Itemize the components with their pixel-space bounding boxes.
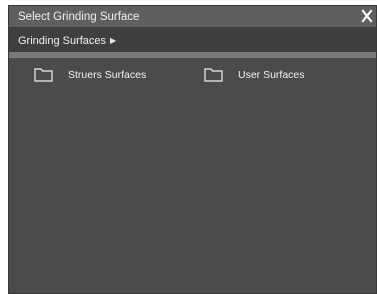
folder-icon (34, 68, 53, 82)
title-bar: Select Grinding Surface (9, 6, 376, 28)
breadcrumb-item-grinding-surfaces[interactable]: Grinding Surfaces ▶ (18, 34, 116, 48)
caret-right-icon: ▶ (110, 36, 117, 45)
folder-label: User Surfaces (238, 69, 305, 81)
breadcrumb: Grinding Surfaces ▶ (9, 28, 376, 52)
select-grinding-surface-dialog: Select Grinding Surface Grinding Surface… (8, 5, 377, 294)
close-button[interactable] (360, 7, 374, 25)
folder-item-struers-surfaces[interactable]: Struers Surfaces (34, 67, 174, 85)
close-icon (361, 9, 373, 23)
dialog-title: Select Grinding Surface (18, 11, 140, 23)
folder-icon (204, 68, 223, 82)
breadcrumb-label: Grinding Surfaces (18, 35, 107, 47)
folder-item-user-surfaces[interactable]: User Surfaces (204, 67, 344, 85)
folder-label: Struers Surfaces (68, 69, 147, 81)
folder-list: Struers Surfaces User Surfaces (9, 58, 376, 293)
